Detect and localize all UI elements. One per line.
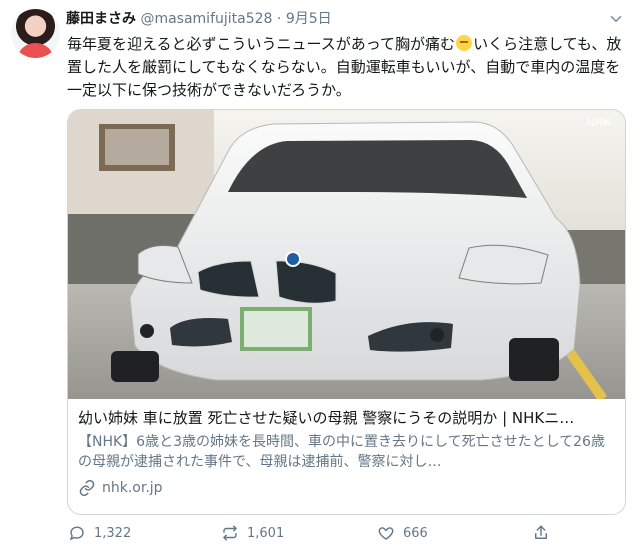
retweet-icon (223, 525, 237, 541)
display-name[interactable]: 藤田まさみ (66, 11, 136, 27)
tweet-actions: 1,322 1,601 666 (68, 522, 628, 544)
news-car-photo: NHK (68, 110, 625, 399)
domain-label: nhk.or.jp (102, 480, 163, 496)
reply-button[interactable]: 1,322 (68, 522, 131, 544)
retweet-count: 1,601 (247, 525, 285, 541)
chevron-down-icon[interactable] (607, 10, 625, 28)
avatar[interactable] (11, 9, 60, 58)
tweet-text-part-1: 毎年夏を迎えると必ずこういうニュースがあって胸が痛む (67, 35, 456, 53)
header-separator: · (276, 11, 282, 27)
avatar-shirt (17, 43, 54, 58)
retweet-button[interactable]: 1,601 (221, 522, 284, 544)
tweet-text: 毎年夏を迎えると必ずこういうニュースがあって胸が痛む いくら注意しても、放置した人… (67, 33, 625, 102)
card-domain[interactable]: nhk.or.jp (78, 478, 615, 498)
tweet-header: 藤田まさみ @masamifujita528 · 9月5日 (66, 8, 586, 30)
car-photo-drawing (68, 110, 625, 399)
link-preview-card[interactable]: NHK 幼い姉妹 車に放置 死亡させた疑いの母親 警察にうその説明か | NHK… (67, 109, 626, 515)
like-count: 666 (403, 525, 428, 541)
tweet: 藤田まさみ @masamifujita528 · 9月5日 毎年夏を迎えると必ず… (0, 0, 640, 550)
share-button[interactable] (532, 522, 550, 544)
reply-count: 1,322 (94, 525, 132, 541)
card-description: 【NHK】6歳と3歳の姉妹を長時間、車の中に置き去りにして死亡させたとして26歳… (78, 434, 605, 470)
nhk-watermark: NHK (586, 117, 612, 129)
reply-icon (69, 526, 84, 541)
card-title[interactable]: 幼い姉妹 車に放置 死亡させた疑いの母親 警察にうその説明か | NHKニ… (78, 408, 615, 428)
link-icon (79, 479, 95, 497)
user-handle[interactable]: @masamifujita528 (140, 11, 272, 27)
sad-face-emoji-icon (456, 35, 473, 51)
like-icon (378, 527, 394, 540)
like-button[interactable]: 666 (377, 522, 428, 544)
tweet-date[interactable]: 9月5日 (286, 11, 332, 27)
share-icon (535, 525, 547, 539)
card-caption: 幼い姉妹 車に放置 死亡させた疑いの母親 警察にうその説明か | NHKニ… 【… (78, 408, 615, 498)
